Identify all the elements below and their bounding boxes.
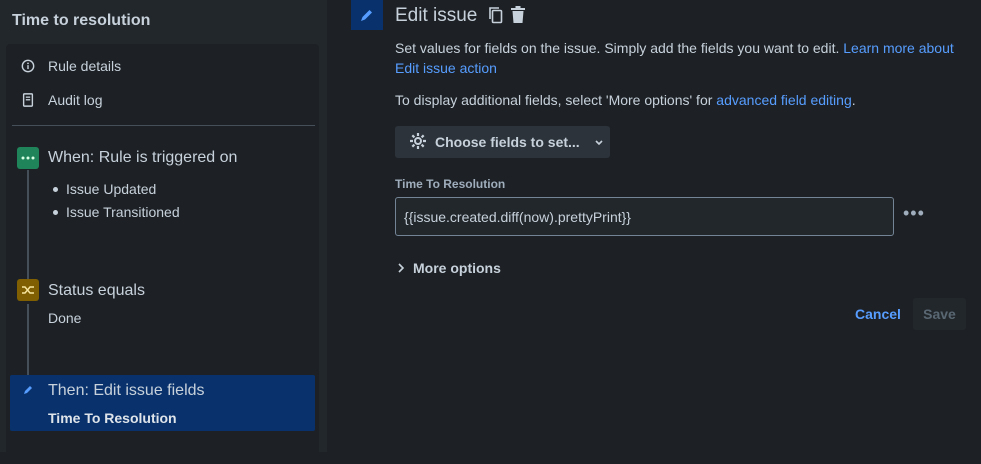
divider [12,125,315,126]
more-options-toggle[interactable]: More options [397,260,501,276]
note-text: To display additional fields, select 'Mo… [395,92,713,108]
cancel-button[interactable]: Cancel [855,306,901,322]
sidebar-item-rule-details[interactable]: Rule details [20,55,121,77]
trigger-item: Issue Updated [52,181,157,197]
sidebar-item-audit-log[interactable]: Audit log [20,89,102,111]
field-label: Time To Resolution [395,177,506,191]
shuffle-icon [17,279,39,301]
document-icon [20,92,36,108]
additional-fields-note: To display additional fields, select 'Mo… [395,90,975,110]
sidebar-title: Time to resolution [12,12,151,29]
trigger-item: Issue Transitioned [53,204,180,220]
description: Set values for fields on the issue. Simp… [395,38,965,78]
info-icon [20,58,36,74]
save-button[interactable]: Save [913,298,966,330]
pencil-icon [17,379,39,401]
more-horizontal-icon[interactable]: ••• [903,203,925,224]
sidebar-item-label: Rule details [48,58,122,74]
condition-value: Done [48,310,82,326]
flow-connector [27,170,29,294]
action-title: Then: Edit issue fields [48,382,205,399]
action-field: Time To Resolution [48,410,177,426]
more-options-label: More options [413,260,501,276]
copy-icon[interactable] [488,6,504,27]
choose-fields-button[interactable]: Choose fields to set... [395,126,610,158]
rule-sidebar: Time to resolution Rule details Audit lo… [0,0,327,464]
trash-icon[interactable] [510,6,526,27]
title-actions [488,6,526,27]
action-step-selected[interactable]: Then: Edit issue fields Time To Resoluti… [10,375,315,431]
pencil-icon [351,0,383,30]
time-to-resolution-input[interactable] [395,197,894,236]
choose-fields-label: Choose fields to set... [435,134,580,150]
flow-connector [27,304,29,382]
trigger-title: When: Rule is triggered on [48,149,238,166]
note-suffix: . [851,92,856,108]
advanced-field-editing-link[interactable]: advanced field editing [716,92,851,108]
gear-icon [409,132,427,153]
condition-title: Status equals [48,282,145,299]
chevron-right-icon [397,260,405,276]
description-text: Set values for fields on the issue. Simp… [395,40,840,56]
sidebar-item-label: Audit log [48,92,103,108]
page-title: Edit issue [395,5,478,26]
rule-panel: Rule details Audit log When: Rule is tri… [6,44,319,464]
more-horizontal-icon [17,147,39,169]
chevron-down-icon [594,134,604,150]
